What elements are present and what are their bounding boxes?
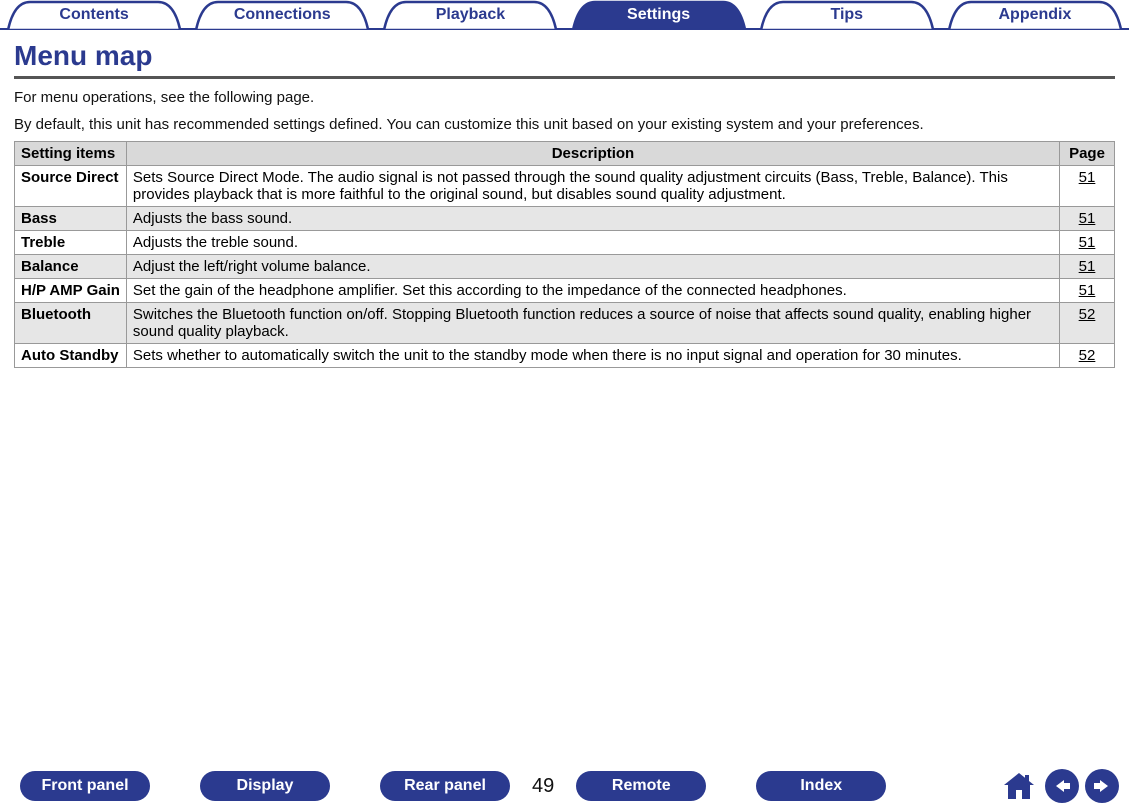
setting-desc: Set the gain of the headphone amplifier.… <box>126 279 1059 303</box>
table-row: Treble Adjusts the treble sound. 51 <box>15 231 1115 255</box>
page-number: 49 <box>532 775 554 798</box>
table-row: Bass Adjusts the bass sound. 51 <box>15 207 1115 231</box>
next-button[interactable] <box>1085 769 1119 803</box>
prev-button[interactable] <box>1045 769 1079 803</box>
tab-tips[interactable]: Tips <box>753 0 941 30</box>
setting-item: Balance <box>15 255 127 279</box>
header-description: Description <box>126 142 1059 166</box>
page-link[interactable]: 51 <box>1060 231 1115 255</box>
page-link[interactable]: 51 <box>1060 279 1115 303</box>
arrow-left-icon <box>1052 778 1072 794</box>
main-content: Menu map For menu operations, see the fo… <box>0 30 1129 368</box>
rear-panel-button[interactable]: Rear panel <box>380 771 510 801</box>
header-page: Page <box>1060 142 1115 166</box>
setting-item: Treble <box>15 231 127 255</box>
page-link[interactable]: 52 <box>1060 344 1115 368</box>
home-button[interactable] <box>999 768 1039 804</box>
remote-button[interactable]: Remote <box>576 771 706 801</box>
tab-label: Connections <box>188 0 376 30</box>
display-button[interactable]: Display <box>200 771 330 801</box>
tab-connections[interactable]: Connections <box>188 0 376 30</box>
page-title: Menu map <box>14 40 1115 79</box>
table-row: H/P AMP Gain Set the gain of the headpho… <box>15 279 1115 303</box>
tab-label: Appendix <box>941 0 1129 30</box>
tab-appendix[interactable]: Appendix <box>941 0 1129 30</box>
page-link[interactable]: 51 <box>1060 207 1115 231</box>
page-link[interactable]: 52 <box>1060 303 1115 344</box>
setting-item: Bluetooth <box>15 303 127 344</box>
setting-desc: Adjusts the bass sound. <box>126 207 1059 231</box>
page-link[interactable]: 51 <box>1060 166 1115 207</box>
table-header-row: Setting items Description Page <box>15 142 1115 166</box>
tab-label: Contents <box>0 0 188 30</box>
pill-group-right: Remote Index <box>576 771 886 801</box>
tab-contents[interactable]: Contents <box>0 0 188 30</box>
bottom-bar: Front panel Display Rear panel 49 Remote… <box>0 768 1129 804</box>
home-icon <box>1001 770 1037 802</box>
tab-playback[interactable]: Playback <box>376 0 564 30</box>
tab-settings[interactable]: Settings <box>565 0 753 30</box>
table-row: Balance Adjust the left/right volume bal… <box>15 255 1115 279</box>
setting-desc: Adjust the left/right volume balance. <box>126 255 1059 279</box>
header-setting-items: Setting items <box>15 142 127 166</box>
setting-item: Bass <box>15 207 127 231</box>
index-button[interactable]: Index <box>756 771 886 801</box>
menu-table: Setting items Description Page Source Di… <box>14 141 1115 368</box>
table-row: Bluetooth Switches the Bluetooth functio… <box>15 303 1115 344</box>
intro-text-1: For menu operations, see the following p… <box>14 87 1115 108</box>
arrow-right-icon <box>1092 778 1112 794</box>
tab-label: Tips <box>753 0 941 30</box>
pill-group-left: Front panel Display Rear panel <box>0 771 510 801</box>
top-nav: Contents Connections Playback Settings T… <box>0 0 1129 30</box>
setting-item: Source Direct <box>15 166 127 207</box>
setting-item: H/P AMP Gain <box>15 279 127 303</box>
intro-text-2: By default, this unit has recommended se… <box>14 114 1115 135</box>
page-link[interactable]: 51 <box>1060 255 1115 279</box>
setting-item: Auto Standby <box>15 344 127 368</box>
setting-desc: Sets whether to automatically switch the… <box>126 344 1059 368</box>
table-row: Auto Standby Sets whether to automatical… <box>15 344 1115 368</box>
setting-desc: Adjusts the treble sound. <box>126 231 1059 255</box>
nav-icons <box>999 768 1119 804</box>
tab-label: Settings <box>565 0 753 30</box>
setting-desc: Sets Source Direct Mode. The audio signa… <box>126 166 1059 207</box>
tab-label: Playback <box>376 0 564 30</box>
front-panel-button[interactable]: Front panel <box>20 771 150 801</box>
table-row: Source Direct Sets Source Direct Mode. T… <box>15 166 1115 207</box>
setting-desc: Switches the Bluetooth function on/off. … <box>126 303 1059 344</box>
